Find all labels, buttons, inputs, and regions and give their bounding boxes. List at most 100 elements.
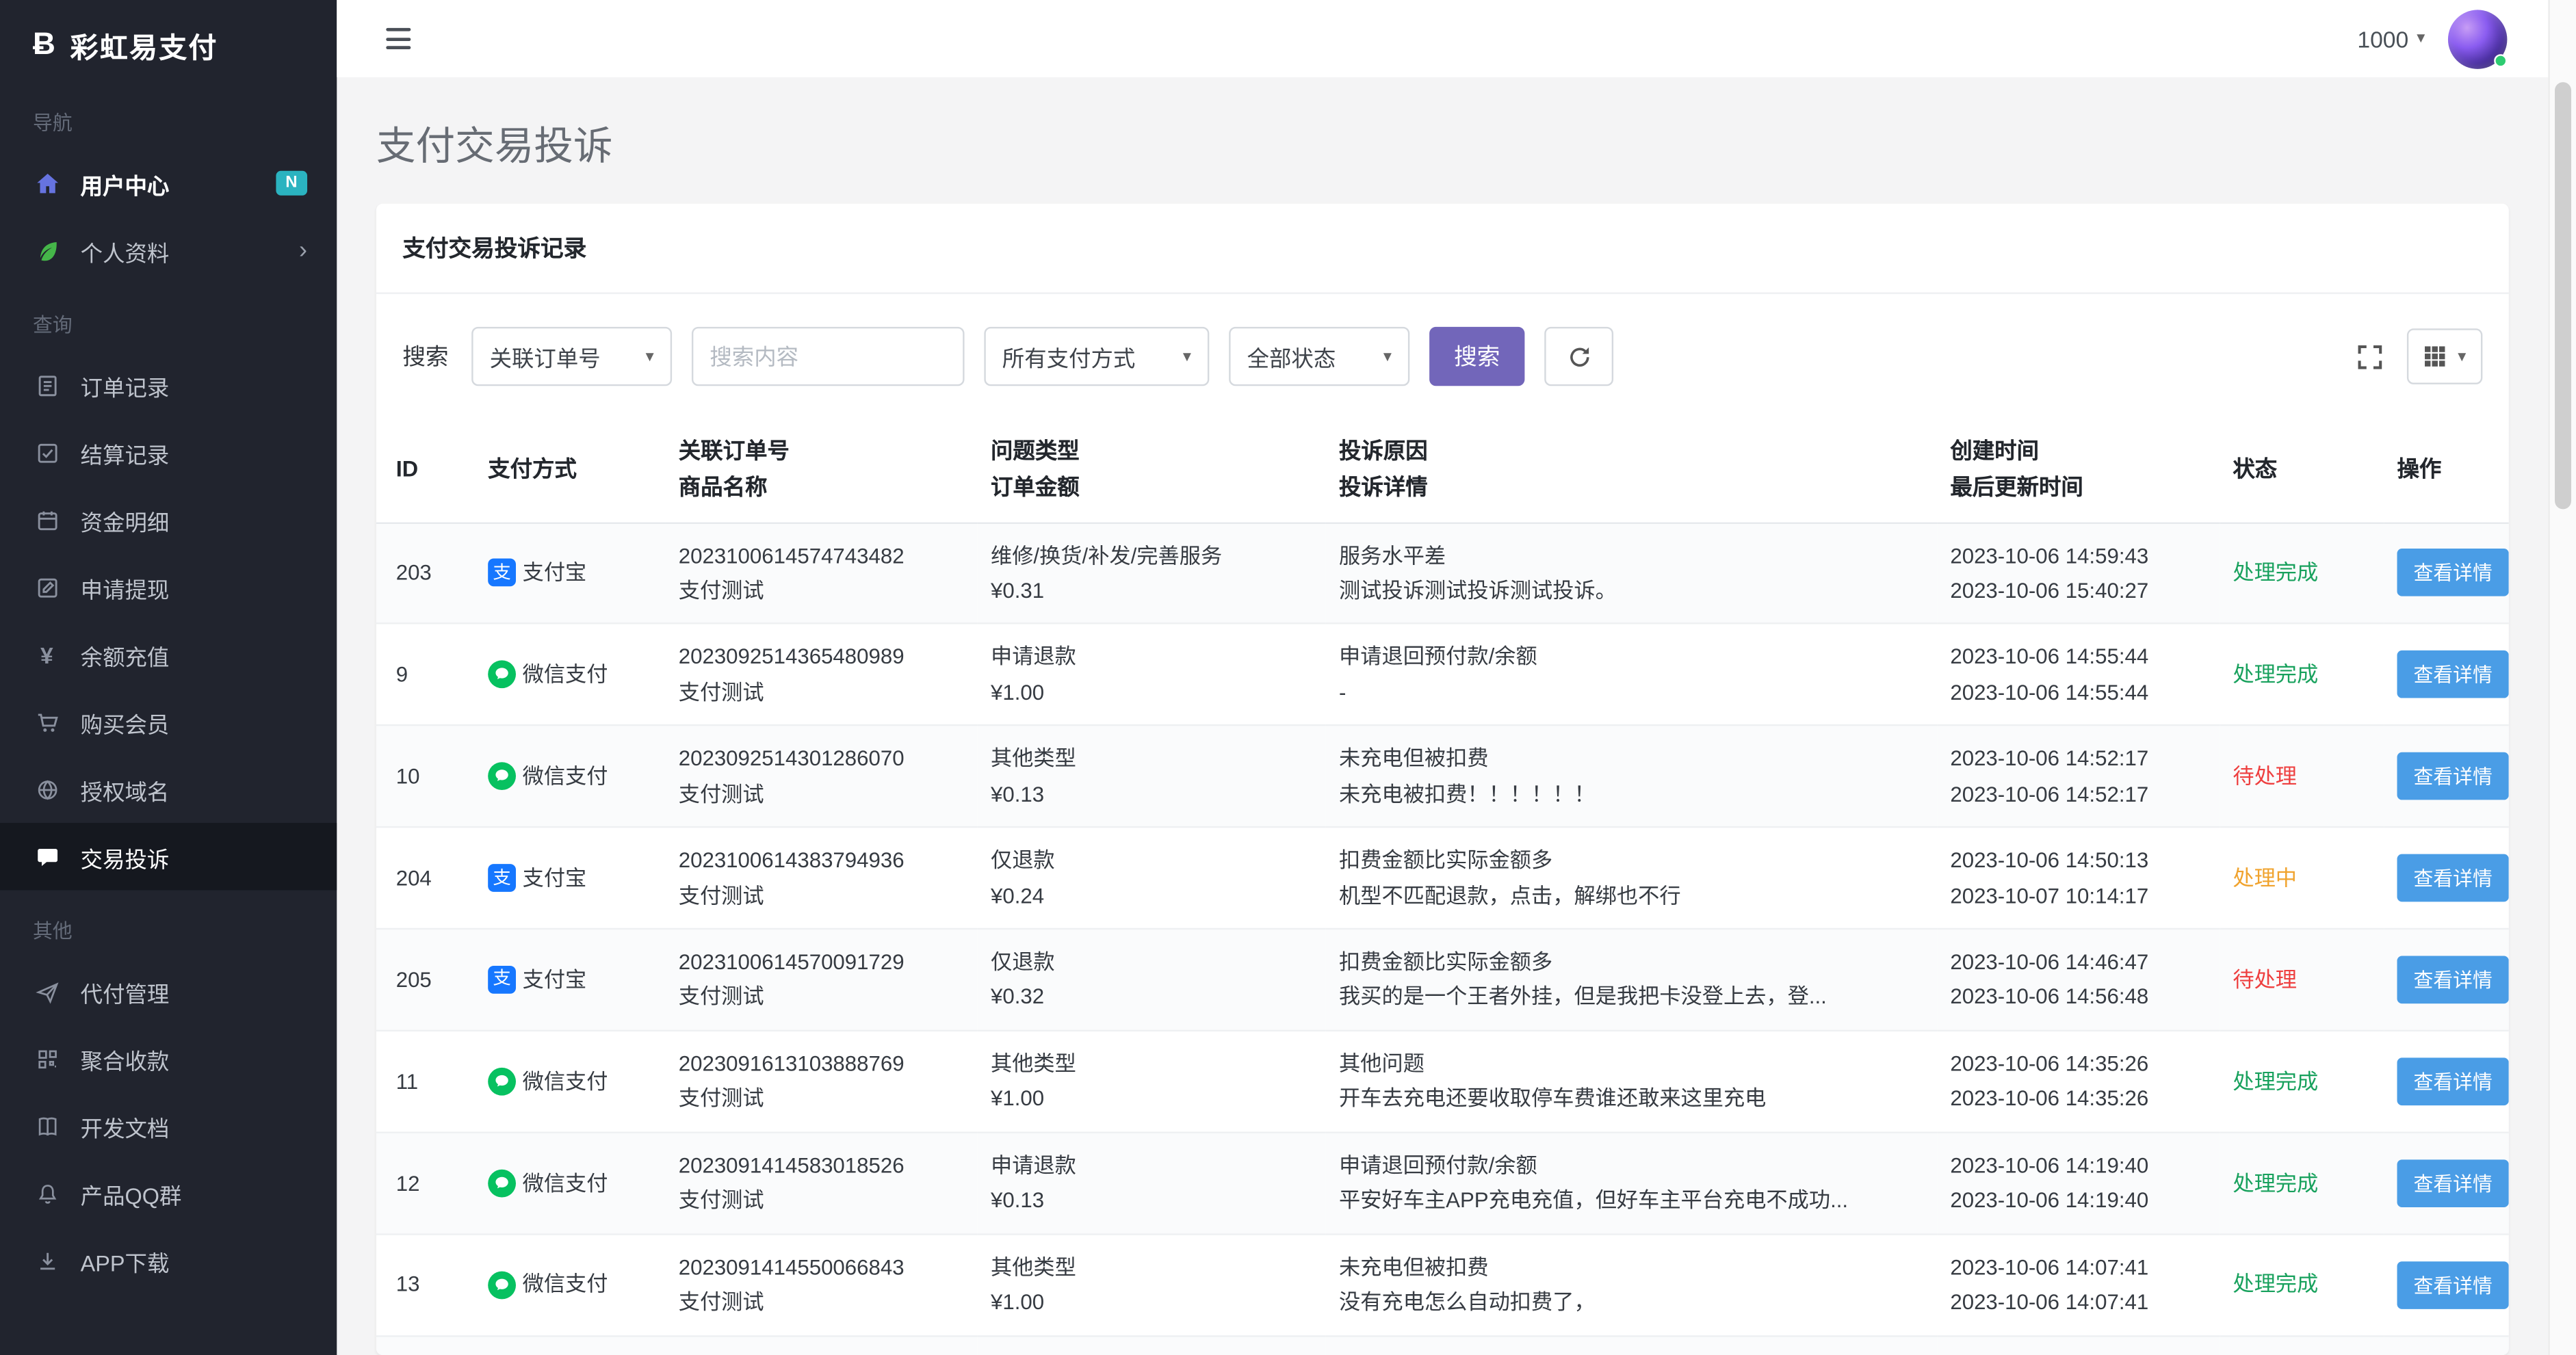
view-detail-button[interactable]: 查看详情: [2397, 752, 2508, 800]
sidebar-item-label: 订单记录: [81, 369, 170, 402]
complaint-id: 204: [376, 827, 475, 929]
brand-bitcoin-icon: Ƀ: [33, 27, 55, 64]
sidebar-item-membership[interactable]: 购买会员: [0, 688, 337, 755]
status-select[interactable]: 全部状态 ▾: [1229, 327, 1409, 386]
complaint-reason: 扣费后未获得商品/服务: [1339, 1351, 1924, 1355]
sidebar-item-fund-details[interactable]: 资金明细: [0, 486, 337, 553]
sidebar-item-complaints[interactable]: 交易投诉: [0, 823, 337, 890]
vertical-scrollbar[interactable]: [2548, 0, 2576, 1355]
status-badge: 处理完成: [2233, 1068, 2318, 1093]
refresh-button[interactable]: [1544, 327, 1613, 386]
refresh-icon: [1567, 344, 1591, 369]
view-detail-button[interactable]: 查看详情: [2397, 549, 2508, 597]
search-label: 搜索: [402, 340, 448, 373]
wechat-icon: [488, 1067, 516, 1095]
sidebar-item-label: 用户中心: [81, 167, 170, 200]
complaint-detail: 没有充电怎么自动扣费了，: [1339, 1285, 1924, 1319]
issue-type: 仅退款: [991, 843, 1313, 878]
balance-value: 1000: [2357, 25, 2408, 51]
sidebar-item-order-records[interactable]: 订单记录: [0, 352, 337, 419]
scrollbar-thumb[interactable]: [2555, 82, 2571, 509]
complaint-id: 12: [376, 1132, 475, 1234]
view-detail-button[interactable]: 查看详情: [2397, 651, 2508, 699]
check-square-icon: [33, 438, 61, 466]
col-id: ID: [376, 419, 475, 522]
sidebar-item-user-center[interactable]: 用户中心 N: [0, 150, 337, 217]
sidebar-item-dev-docs[interactable]: 开发文档: [0, 1092, 337, 1159]
complaints-card: 支付交易投诉记录 搜索 关联订单号 ▾ 所有支付方式 ▾ 全部状态 ▾ 搜索: [376, 204, 2509, 1355]
col-order: 关联订单号 商品名称: [666, 419, 978, 522]
payment-method-select[interactable]: 所有支付方式 ▾: [984, 327, 1209, 386]
col-status: 状态: [2220, 419, 2384, 522]
main-area: 1000 ▾ 支付交易投诉 支付交易投诉记录 搜索 关联订单号 ▾ 所有支付方式: [337, 0, 2548, 1355]
sidebar-item-label: 聚合收款: [81, 1042, 170, 1075]
card-title: 支付交易投诉记录: [376, 204, 2509, 294]
sidebar-section-nav: 导航: [0, 82, 337, 149]
brand-name: 彩虹易支付: [70, 25, 218, 66]
status-badge: 处理完成: [2233, 1170, 2318, 1195]
issue-type: 申请退款: [991, 1148, 1313, 1183]
col-action: 操作: [2384, 419, 2508, 522]
created-time: 2023-10-06 14:55:44: [1950, 640, 2207, 674]
sidebar-item-withdraw[interactable]: 申请提现: [0, 553, 337, 620]
caret-down-icon: ▾: [2417, 29, 2425, 47]
issue-type: 维修/换货/补发/完善服务: [991, 538, 1313, 573]
caret-down-icon: ▾: [1383, 347, 1392, 365]
payment-method: 支 支付宝: [488, 962, 652, 997]
table-row: 9 微信支付 2023092514365480989 支付测试 申请退款 ¥1.…: [376, 624, 2509, 726]
order-no: 2023100614574743482: [679, 538, 965, 573]
status-badge: 待处理: [2233, 764, 2297, 789]
sidebar-item-domain[interactable]: 授权域名: [0, 756, 337, 823]
product-name: 支付测试: [679, 1081, 965, 1116]
order-amount: ¥1.00: [991, 675, 1313, 710]
created-time: 2023-10-06 14:52:17: [1950, 741, 2207, 776]
user-avatar[interactable]: [2448, 9, 2507, 68]
updated-time: 2023-10-06 14:55:44: [1950, 675, 2207, 710]
view-detail-button[interactable]: 查看详情: [2397, 1261, 2508, 1308]
updated-time: 2023-10-06 15:40:27: [1950, 573, 2207, 608]
table-row: 13 微信支付 2023091414550066843 支付测试 其他类型 ¥1…: [376, 1234, 2509, 1336]
created-time: 2023-10-06 14:50:13: [1950, 843, 2207, 878]
payment-method: 支 支付宝: [488, 555, 652, 590]
status-badge: 处理完成: [2233, 1272, 2318, 1297]
product-name: 支付测试: [679, 878, 965, 913]
updated-time: 2023-10-06 14:52:17: [1950, 776, 2207, 811]
sidebar-item-qq-group[interactable]: 产品QQ群: [0, 1159, 337, 1226]
updated-time: 2023-10-06 14:35:26: [1950, 1081, 2207, 1116]
col-issue: 问题类型 订单金额: [978, 419, 1326, 522]
view-detail-button[interactable]: 查看详情: [2397, 1057, 2508, 1105]
status-badge: 处理完成: [2233, 560, 2318, 585]
fullscreen-button[interactable]: [2356, 343, 2384, 371]
sidebar-item-app-download[interactable]: APP下载: [0, 1227, 337, 1294]
complaint-id: 11: [376, 1031, 475, 1133]
brand[interactable]: Ƀ 彩虹易支付: [0, 0, 337, 82]
sidebar-item-aggregate-collect[interactable]: 聚合收款: [0, 1025, 337, 1092]
view-detail-button[interactable]: 查看详情: [2397, 1159, 2508, 1207]
table-row: 12 微信支付 2023091414583018526 支付测试 申请退款 ¥0…: [376, 1132, 2509, 1234]
balance-dropdown[interactable]: 1000 ▾: [2357, 25, 2425, 51]
order-amount: ¥0.13: [991, 776, 1313, 811]
search-input[interactable]: [692, 327, 965, 386]
sidebar-item-settlement-records[interactable]: 结算记录: [0, 419, 337, 486]
view-detail-button[interactable]: 查看详情: [2397, 854, 2508, 902]
view-detail-button[interactable]: 查看详情: [2397, 956, 2508, 1003]
sidebar-item-profile[interactable]: 个人资料 ›: [0, 217, 337, 284]
status-badge: 处理中: [2233, 865, 2297, 890]
created-time: 2023-10-06 14:46:47: [1950, 945, 2207, 979]
complaint-reason: 服务水平差: [1339, 538, 1924, 573]
sidebar: Ƀ 彩虹易支付 导航 用户中心 N 个人资料 › 查询 订单记录: [0, 0, 337, 1355]
search-field-select[interactable]: 关联订单号 ▾: [471, 327, 672, 386]
sidebar-item-label: APP下载: [81, 1244, 170, 1277]
comment-icon: [33, 843, 61, 871]
order-no: 2023100614570091729: [679, 945, 965, 979]
issue-type: 其他类型: [991, 1250, 1313, 1285]
updated-time: 2023-10-06 14:19:40: [1950, 1183, 2207, 1218]
columns-dropdown-button[interactable]: ▾: [2407, 328, 2483, 384]
complaint-id: 10: [376, 726, 475, 828]
sidebar-item-recharge[interactable]: ¥ 余额充值: [0, 621, 337, 688]
new-badge: N: [276, 171, 307, 196]
table-row: 10 微信支付 2023092514301286070 支付测试 其他类型 ¥0…: [376, 726, 2509, 828]
sidebar-toggle-icon[interactable]: [386, 28, 411, 49]
search-button[interactable]: 搜索: [1429, 327, 1524, 386]
sidebar-item-payout[interactable]: 代付管理: [0, 958, 337, 1025]
